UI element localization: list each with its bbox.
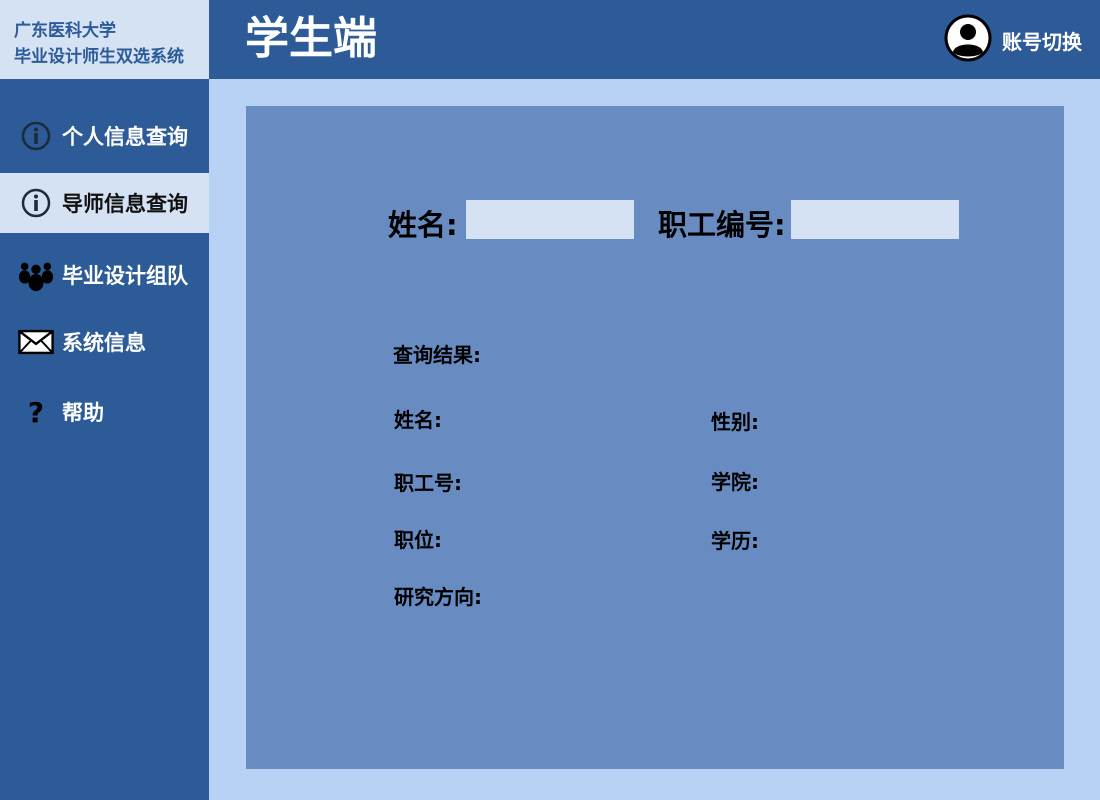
sidebar-item-label: 系统信息 <box>62 331 146 355</box>
account-switch-label: 账号切换 <box>1002 29 1082 54</box>
sidebar-item-tutor-info[interactable]: 导师信息查询 <box>0 173 209 233</box>
mail-icon <box>18 324 54 360</box>
result-staff-no-label: 职工号: <box>394 471 462 495</box>
sidebar-item-system-info[interactable]: 系统信息 <box>0 312 209 372</box>
group-icon <box>18 257 54 293</box>
sidebar-item-label: 个人信息查询 <box>62 125 188 149</box>
sidebar-item-personal-info[interactable]: 个人信息查询 <box>0 106 209 166</box>
name-input[interactable] <box>466 200 634 239</box>
staff-id-input[interactable] <box>791 200 959 239</box>
sidebar-item-label: 帮助 <box>62 401 104 425</box>
sidebar-item-label: 导师信息查询 <box>62 192 188 216</box>
result-position-label: 职位: <box>394 528 442 552</box>
top-bar: 学生端 账号切换 <box>209 0 1100 79</box>
result-name-label: 姓名: <box>394 408 442 432</box>
sidebar-item-team[interactable]: 毕业设计组队 <box>0 245 209 305</box>
query-name-label: 姓名: <box>388 208 458 242</box>
sidebar-item-label: 毕业设计组队 <box>62 264 188 288</box>
result-research-label: 研究方向: <box>394 585 482 609</box>
brand-line-2: 毕业设计师生双选系统 <box>14 47 184 67</box>
info-icon <box>18 185 54 221</box>
brand-title: 广东医科大学 毕业设计师生双选系统 <box>0 0 209 79</box>
result-college-label: 学院: <box>711 470 759 494</box>
help-icon: ? <box>27 395 45 429</box>
result-gender-label: 性别: <box>711 410 759 434</box>
query-staff-id-label: 职工编号: <box>658 208 786 242</box>
info-icon <box>18 118 54 154</box>
brand-line-1: 广东医科大学 <box>14 21 116 41</box>
result-heading: 查询结果: <box>393 343 481 367</box>
sidebar-item-help[interactable]: ? 帮助 <box>0 382 209 442</box>
sidebar: 个人信息查询 导师信息查询 毕业设计组队 系统信息 ? 帮助 <box>0 79 209 800</box>
account-switch-button[interactable]: 账号切换 <box>944 14 1082 66</box>
page-title: 学生端 <box>245 13 377 64</box>
user-avatar-icon <box>944 14 992 66</box>
result-education-label: 学历: <box>711 529 759 553</box>
tutor-query-panel: 姓名: 职工编号: 查询结果: 姓名: 性别: 职工号: 学院: 职位: 学历:… <box>246 106 1064 769</box>
